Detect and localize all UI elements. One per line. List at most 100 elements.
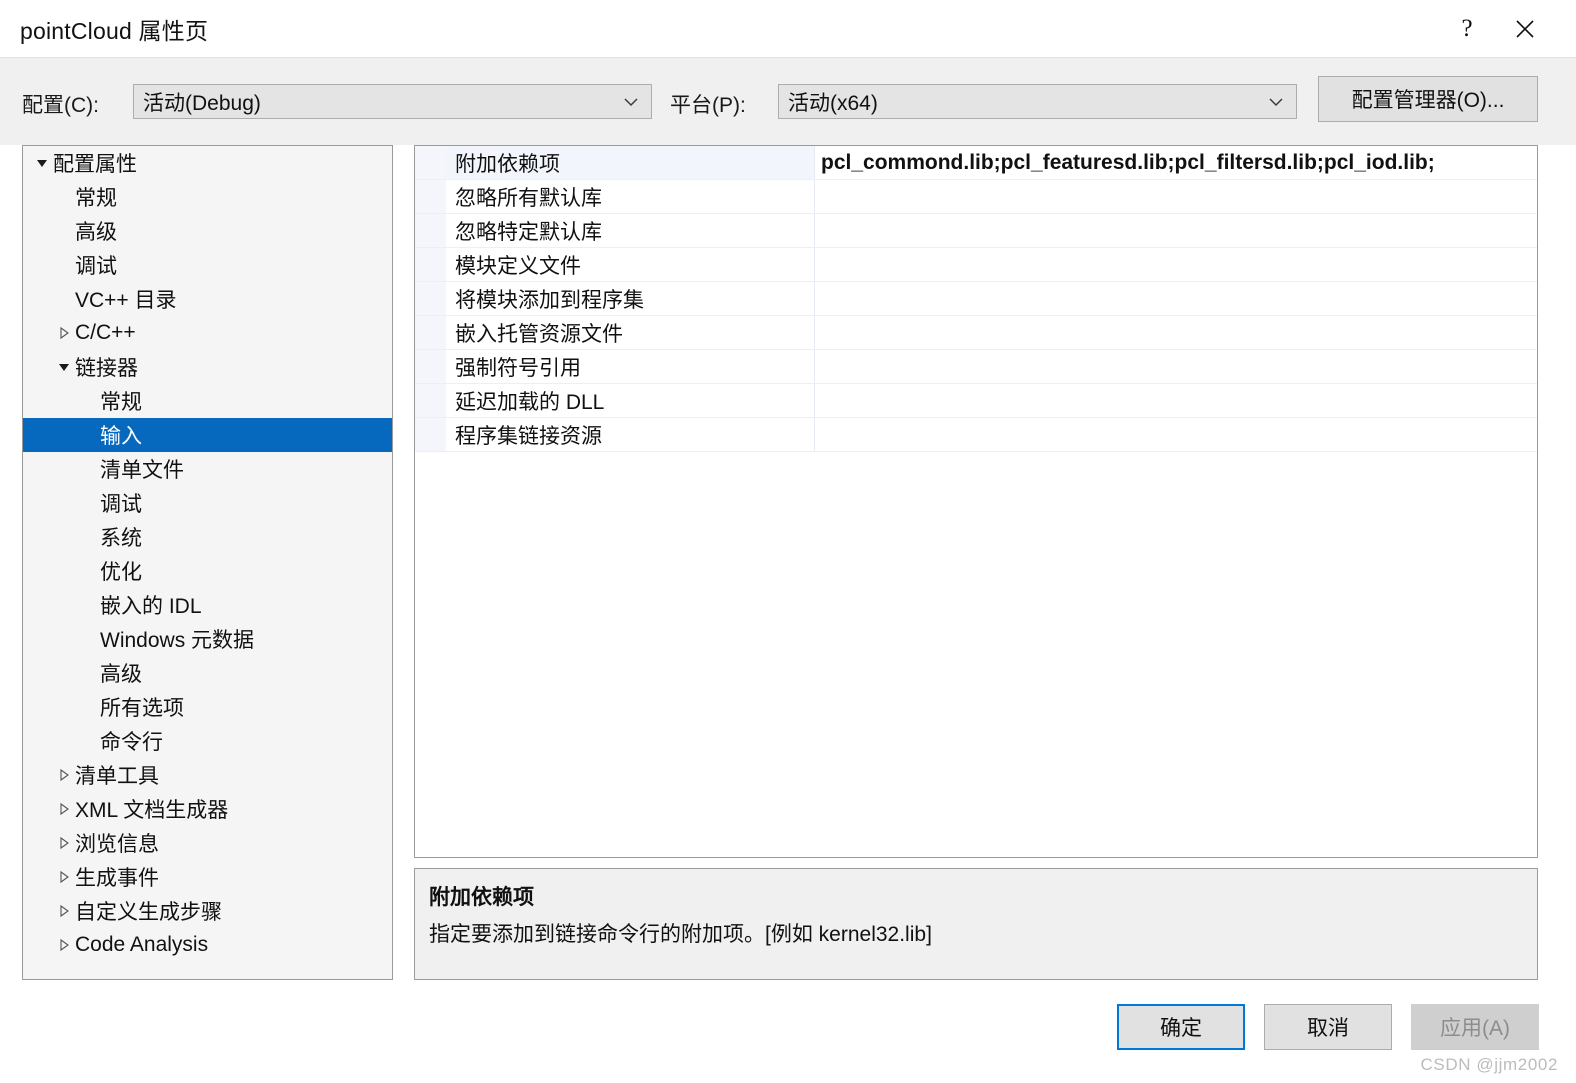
property-value[interactable] [815,282,1537,315]
property-value[interactable]: pcl_commond.lib;pcl_featuresd.lib;pcl_fi… [815,146,1537,179]
apply-button[interactable]: 应用(A) [1411,1004,1539,1050]
tree-item-9[interactable]: 清单文件 [23,452,392,486]
triangle-right-icon[interactable] [53,836,75,850]
property-row-gutter [415,418,446,451]
triangle-right-icon[interactable] [53,904,75,918]
tree-item-22[interactable]: 自定义生成步骤 [23,894,392,928]
platform-dropdown[interactable]: 活动(x64) [778,84,1297,119]
tree-item-2[interactable]: 高级 [23,214,392,248]
property-value[interactable] [815,180,1537,213]
title-bar: pointCloud 属性页 ? [0,0,1576,57]
property-row-gutter [415,350,446,383]
tree-item-label: Windows 元数据 [100,629,255,652]
property-name: 嵌入托管资源文件 [446,316,815,349]
property-row-gutter [415,146,446,179]
close-icon [1513,17,1537,41]
tree-item-10[interactable]: 调试 [23,486,392,520]
property-value[interactable] [815,418,1537,451]
property-name: 程序集链接资源 [446,418,815,451]
property-row[interactable]: 嵌入托管资源文件 [415,316,1537,350]
tree-item-8[interactable]: 输入 [23,418,392,452]
tree-item-label: 调试 [100,493,142,516]
property-row[interactable]: 延迟加载的 DLL [415,384,1537,418]
tree-item-1[interactable]: 常规 [23,180,392,214]
property-row[interactable]: 忽略所有默认库 [415,180,1537,214]
property-row-gutter [415,180,446,213]
chevron-down-icon [611,96,651,108]
tree-item-19[interactable]: XML 文档生成器 [23,792,392,826]
configuration-value: 活动(Debug) [143,91,261,115]
tree-item-4[interactable]: VC++ 目录 [23,282,392,316]
property-row-gutter [415,214,446,247]
configuration-manager-button[interactable]: 配置管理器(O)... [1318,76,1538,122]
tree-item-21[interactable]: 生成事件 [23,860,392,894]
triangle-down-icon[interactable] [53,360,75,374]
property-row[interactable]: 忽略特定默认库 [415,214,1537,248]
window-title: pointCloud 属性页 [20,17,209,44]
triangle-right-icon[interactable] [53,938,75,952]
property-value[interactable] [815,316,1537,349]
tree-item-label: 链接器 [75,357,138,380]
triangle-right-icon[interactable] [53,802,75,816]
tree-item-label: 系统 [100,527,142,550]
description-title: 附加依赖项 [429,886,534,909]
tree-item-23[interactable]: Code Analysis [23,928,392,962]
property-value[interactable] [815,350,1537,383]
tree-item-14[interactable]: Windows 元数据 [23,622,392,656]
triangle-right-icon[interactable] [53,768,75,782]
tree-item-label: 高级 [100,663,142,686]
chevron-down-icon [1256,96,1296,108]
tree-item-6[interactable]: 链接器 [23,350,392,384]
tree-item-label: 常规 [75,187,117,210]
tree-item-label: 生成事件 [75,867,159,890]
property-name: 延迟加载的 DLL [446,384,815,417]
tree-item-3[interactable]: 调试 [23,248,392,282]
help-button[interactable]: ? [1438,6,1496,52]
property-row[interactable]: 附加依赖项 pcl_commond.lib;pcl_featuresd.lib;p… [415,146,1537,180]
platform-label: 平台(P): [670,94,746,117]
property-row-gutter [415,316,446,349]
tree-item-label: 自定义生成步骤 [75,901,222,924]
tree-item-15[interactable]: 高级 [23,656,392,690]
ok-button[interactable]: 确定 [1117,1004,1245,1050]
property-row[interactable]: 强制符号引用 [415,350,1537,384]
tree-item-11[interactable]: 系统 [23,520,392,554]
property-value[interactable] [815,384,1537,417]
property-value[interactable] [815,214,1537,247]
tree-item-12[interactable]: 优化 [23,554,392,588]
tree-item-label: VC++ 目录 [75,289,177,312]
property-row-gutter [415,384,446,417]
tree-item-20[interactable]: 浏览信息 [23,826,392,860]
property-grid[interactable]: 附加依赖项 pcl_commond.lib;pcl_featuresd.lib;p… [414,145,1538,858]
property-name: 将模块添加到程序集 [446,282,815,315]
tree-item-0[interactable]: 配置属性 [23,146,392,180]
tree-item-label: 所有选项 [100,697,184,720]
property-row[interactable]: 将模块添加到程序集 [415,282,1537,316]
tree-item-label: 调试 [75,255,117,278]
close-button[interactable] [1496,6,1554,52]
tree-item-17[interactable]: 命令行 [23,724,392,758]
tree-item-label: XML 文档生成器 [75,799,229,822]
tree-item-label: 常规 [100,391,142,414]
property-row[interactable]: 模块定义文件 [415,248,1537,282]
cancel-button[interactable]: 取消 [1264,1004,1392,1050]
property-value[interactable] [815,248,1537,281]
property-row[interactable]: 程序集链接资源 [415,418,1537,452]
tree-item-18[interactable]: 清单工具 [23,758,392,792]
tree-item-16[interactable]: 所有选项 [23,690,392,724]
configuration-dropdown[interactable]: 活动(Debug) [133,84,652,119]
triangle-right-icon[interactable] [53,870,75,884]
triangle-down-icon[interactable] [31,156,53,170]
property-tree[interactable]: 配置属性 常规 高级 调试 VC++ 目录 C/C++ 链接器 常规 输入 清单文件 调试 系统 优化嵌… [22,145,393,980]
property-row-gutter [415,248,446,281]
question-mark-icon: ? [1461,15,1473,42]
description-text: 指定要添加到链接命令行的附加项。[例如 kernel32.lib] [429,923,932,946]
tree-item-7[interactable]: 常规 [23,384,392,418]
tree-item-13[interactable]: 嵌入的 IDL [23,588,392,622]
tree-item-label: 优化 [100,561,142,584]
tree-item-5[interactable]: C/C++ [23,316,392,350]
triangle-right-icon[interactable] [53,326,75,340]
watermark: CSDN @jjm2002 [1420,1055,1558,1074]
platform-value: 活动(x64) [788,91,878,115]
tree-item-label: 嵌入的 IDL [100,595,202,618]
